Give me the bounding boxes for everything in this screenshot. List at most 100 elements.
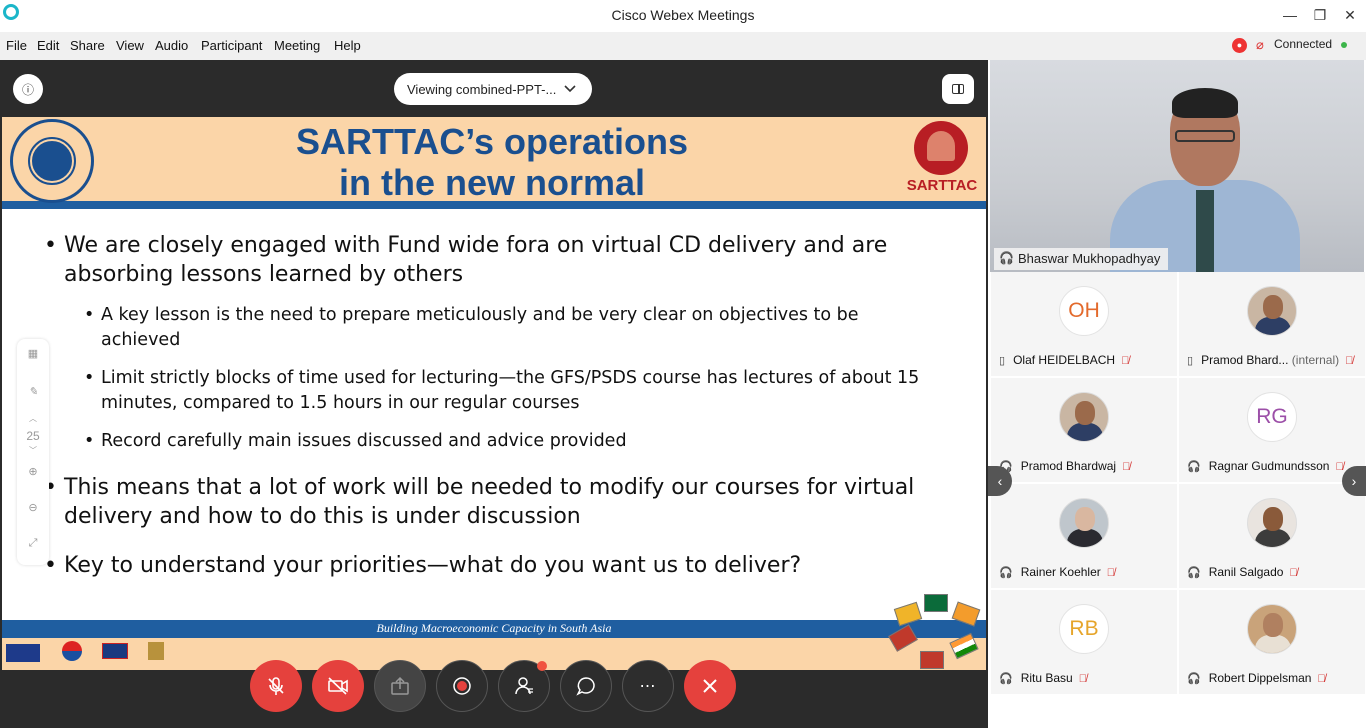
participant-name: 🎧 Pramod Bhardwaj 🎙̸ [999, 459, 1131, 473]
sarttac-logo-word: SARTTAC [906, 177, 978, 194]
sarttac-logo: SARTTAC [902, 121, 982, 201]
zoom-in-icon[interactable]: ⊕ [17, 465, 49, 478]
tree-emblem-icon [914, 121, 968, 175]
avatar: RB [1059, 604, 1109, 654]
muted-mic-icon: 🎙̸ [1122, 461, 1131, 473]
layout-toggle-button[interactable] [942, 74, 974, 104]
menu-edit[interactable]: Edit [37, 38, 59, 53]
page-down-icon[interactable]: ﹀ [17, 445, 49, 456]
bullet-dot-icon: • [44, 233, 57, 258]
muted-mic-icon: 🎙̸ [1289, 567, 1298, 579]
headset-icon: 🎧 [999, 251, 1014, 265]
share-button[interactable] [374, 660, 426, 712]
page-up-icon[interactable]: ︿ [17, 413, 49, 424]
menu-participant[interactable]: Participant [201, 38, 262, 53]
participant-tile[interactable]: 🎧 Rainer Koehler 🎙̸ [991, 484, 1177, 588]
participant-tile[interactable]: RB 🎧 Ritu Basu 🎙̸ [991, 590, 1177, 694]
australia-emblem-icon [148, 642, 164, 660]
sub-bullet-3: • Record carefully main issues discussed … [84, 429, 921, 454]
phone-icon: ▯ [999, 355, 1006, 367]
close-icon [703, 679, 717, 693]
viewing-label: Viewing combined-PPT-... [407, 81, 557, 97]
connection-status: Connected [1274, 37, 1333, 51]
bullet-1: • We are closely engaged with Fund wide f… [44, 233, 888, 287]
imf-logo [10, 119, 94, 203]
zoom-out-icon[interactable]: ⊖ [17, 501, 49, 514]
headset-icon: 🎧 [1187, 673, 1201, 685]
connection-indicator-icon [1341, 42, 1347, 48]
avatar [1059, 498, 1109, 548]
participant-name: 🎧 Ritu Basu 🎙̸ [999, 671, 1087, 685]
avatar [1247, 604, 1297, 654]
sub-bullet-1: • A key lesson is the need to prepare met… [84, 305, 859, 350]
content-share-area: ⓘ Viewing combined-PPT-... SARTTAC’s ope… [0, 60, 988, 728]
leave-meeting-button[interactable] [684, 660, 736, 712]
bullet-2: • This means that a lot of work will be n… [44, 475, 915, 529]
menu-help[interactable]: Help [334, 38, 361, 53]
headset-icon: 🎧 [999, 567, 1013, 579]
menu-share[interactable]: Share [70, 38, 105, 53]
avatar [1247, 498, 1297, 548]
notification-badge [537, 661, 547, 671]
record-button[interactable] [436, 660, 488, 712]
menu-audio[interactable]: Audio [155, 38, 188, 53]
active-speaker-video[interactable]: 🎧 Bhaswar Mukhopadhyay [990, 60, 1364, 272]
panel-layout-icon [952, 84, 964, 94]
menu-bar: File Edit Share View Audio Participant M… [0, 32, 1366, 60]
page-number: 25 [26, 429, 40, 443]
fit-screen-icon[interactable]: ⤢ [17, 537, 49, 550]
participant-tile[interactable]: 🎧 Robert Dippelsman 🎙̸ [1179, 590, 1365, 694]
avatar: OH [1059, 286, 1109, 336]
recording-icon[interactable]: ● [1232, 38, 1247, 53]
more-options-button[interactable]: ⋯ [622, 660, 674, 712]
video-off-icon [328, 677, 348, 695]
grid-icon[interactable]: ▦ [17, 347, 49, 360]
webex-window: Cisco Webex Meetings — ❐ ✕ File Edit Sha… [0, 0, 1366, 728]
annotate-pen-icon[interactable]: ✎ [17, 385, 49, 398]
info-icon[interactable]: ⓘ [13, 74, 43, 104]
menu-meeting[interactable]: Meeting [274, 38, 320, 53]
muted-mic-icon: 🎙̸ [1345, 355, 1354, 367]
participant-tile[interactable]: 🎧 Ranil Salgado 🎙̸ [1179, 484, 1365, 588]
participant-tile[interactable]: ▯ Pramod Bhard... (internal) 🎙̸ [1179, 272, 1365, 376]
active-speaker-name: 🎧 Bhaswar Mukhopadhyay [994, 248, 1169, 270]
chevron-down-icon [564, 82, 576, 96]
sub-bullet-2: • Limit strictly blocks of time used for … [84, 368, 920, 413]
globe-icon [28, 137, 76, 185]
avatar: RG [1247, 392, 1297, 442]
video-button[interactable] [312, 660, 364, 712]
chevron-right-icon[interactable]: › [1342, 466, 1366, 496]
avatar [1247, 286, 1297, 336]
more-dots-icon: ⋯ [639, 678, 657, 695]
record-icon [453, 677, 471, 695]
slide-title: SARTTAC’s operations in the new normal [222, 121, 762, 203]
slide-footer-text: Building Macroeconomic Capacity in South… [376, 621, 612, 635]
muted-mic-icon: 🎙̸ [1078, 673, 1087, 685]
bullet-dot-icon: • [84, 431, 95, 451]
viewing-dropdown[interactable]: Viewing combined-PPT-... [394, 73, 592, 105]
meeting-controls: ⋯ [0, 660, 988, 712]
chat-button[interactable] [560, 660, 612, 712]
video-panel: 🎧 Bhaswar Mukhopadhyay OH ▯ Olaf HEIDELBA… [988, 60, 1366, 728]
mute-button[interactable] [250, 660, 302, 712]
annotation-toolbar: ▦ ✎ ︿ 25 ﹀ ⊕ ⊖ ⤢ [17, 339, 49, 565]
participant-tile[interactable]: 🎧 Pramod Bhardwaj 🎙̸ [991, 378, 1177, 482]
share-screen-icon [391, 676, 409, 695]
mic-off-icon [268, 677, 284, 695]
muted-mic-icon: 🎙̸ [1335, 461, 1344, 473]
close-window-button[interactable]: ✕ [1335, 4, 1365, 26]
restore-button[interactable]: ❐ [1305, 4, 1335, 26]
headset-icon: 🎧 [999, 673, 1013, 685]
menu-file[interactable]: File [6, 38, 27, 53]
muted-mic-icon: 🎙̸ [1317, 673, 1326, 685]
menu-view[interactable]: View [116, 38, 144, 53]
participant-tile[interactable]: RG 🎧 Ragnar Gudmundsson 🎙̸ [1179, 378, 1365, 482]
muted-mic-icon: 🎙̸ [1121, 355, 1130, 367]
window-title: Cisco Webex Meetings [611, 7, 755, 23]
minimize-button[interactable]: — [1275, 4, 1305, 26]
bullet-3: • Key to understand your priorities—what … [44, 553, 802, 578]
speaker-tie [1196, 190, 1214, 272]
participant-tile[interactable]: OH ▯ Olaf HEIDELBACH 🎙̸ [991, 272, 1177, 376]
headset-icon: 🎧 [1187, 567, 1201, 579]
speaker-hair [1172, 88, 1238, 118]
